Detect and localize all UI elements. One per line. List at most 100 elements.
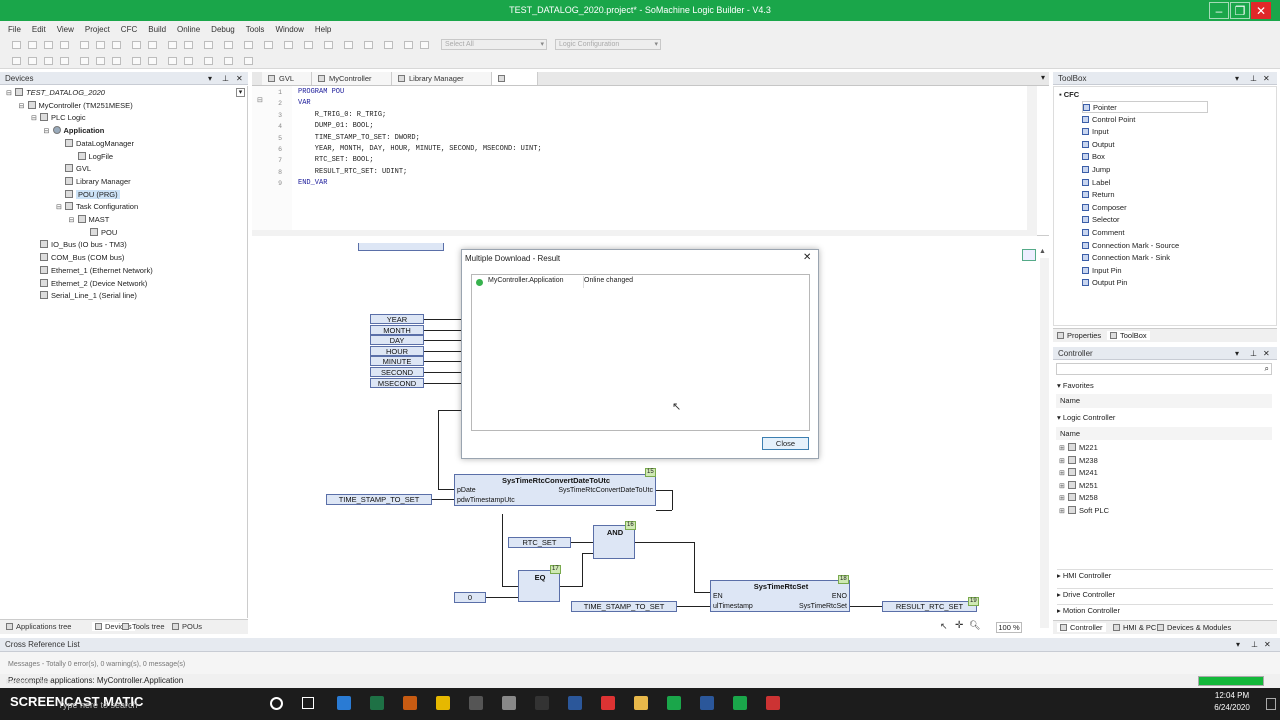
toolbar-button-icon[interactable]	[60, 41, 69, 49]
toolbox-item-control-point[interactable]: Control Point	[1082, 114, 1135, 126]
tree-item[interactable]: COM_Bus (COM bus)	[31, 252, 124, 265]
toolbox-item-label[interactable]: Label	[1082, 177, 1110, 189]
toolbar-button-icon[interactable]	[364, 41, 373, 49]
tree-item[interactable]: ⊟ MAST	[69, 214, 109, 227]
tree-item[interactable]: IO_Bus (IO bus - TM3)	[31, 239, 127, 252]
toolbar-button-icon[interactable]	[184, 41, 193, 49]
edge-icon[interactable]	[337, 696, 351, 710]
tab-devices-modules[interactable]: Devices & Modules	[1157, 623, 1231, 632]
menu-item-build[interactable]: Build	[148, 25, 166, 34]
toolbar-button-icon[interactable]	[168, 41, 177, 49]
toolbox-item-return[interactable]: Return	[1082, 189, 1115, 201]
clock-time[interactable]: 12:04 PM	[1207, 691, 1257, 700]
toolbar-button-icon[interactable]	[224, 41, 233, 49]
vertical-scrollbar[interactable]	[1027, 86, 1037, 236]
close-icon[interactable]: ✕	[1264, 638, 1271, 651]
toolbar-button-icon[interactable]	[96, 57, 105, 65]
input-second[interactable]: SECOND	[370, 367, 424, 377]
bottom-tab-tools-tree[interactable]: Tools tree	[122, 622, 165, 631]
toolbox-item-input[interactable]: Input	[1082, 126, 1109, 138]
toolbox-item-connection-mark-sink[interactable]: Connection Mark - Sink	[1082, 252, 1170, 264]
tree-item[interactable]: ⊟ Application	[44, 125, 104, 138]
toolbox-item-output[interactable]: Output	[1082, 139, 1115, 151]
cortana-icon[interactable]	[270, 697, 283, 710]
menu-item-tools[interactable]: Tools	[246, 25, 265, 34]
toolbox-item-output-pin[interactable]: Output Pin	[1082, 277, 1127, 289]
pin-icon[interactable]: ⊥	[1250, 347, 1257, 360]
input-minute[interactable]: MINUTE	[370, 356, 424, 367]
input-year[interactable]: YEAR	[370, 314, 424, 324]
tab-gvl[interactable]: GVL	[262, 72, 312, 85]
cfc-autoroute-icon[interactable]	[1022, 249, 1036, 261]
motion-controller-section[interactable]: ▸ Motion Controller	[1057, 604, 1273, 615]
tree-item[interactable]: POU (PRG)	[56, 189, 120, 202]
input-time-stamp[interactable]: TIME_STAMP_TO_SET	[326, 494, 432, 505]
toolbar-button-icon[interactable]	[44, 57, 53, 65]
dropdown-icon[interactable]: ▾	[1236, 638, 1240, 651]
dialog-close-icon[interactable]: ✕	[803, 252, 811, 263]
input-rtc-set[interactable]: RTC_SET	[508, 537, 571, 548]
toolbar-button-icon[interactable]	[148, 57, 157, 65]
menu-item-window[interactable]: Window	[275, 25, 303, 34]
menu-item-edit[interactable]: Edit	[32, 25, 46, 34]
pin-icon[interactable]: ⊥	[222, 72, 229, 85]
tree-item[interactable]: Serial_Line_1 (Serial line)	[31, 290, 137, 303]
file-explorer-icon[interactable]	[634, 696, 648, 710]
toolbar-button-icon[interactable]	[304, 41, 313, 49]
toolbar-button-icon[interactable]	[28, 41, 37, 49]
and-block[interactable]: AND	[593, 525, 635, 559]
dropdown-icon[interactable]: ▾	[1235, 72, 1239, 85]
toolbar-button-icon[interactable]	[28, 57, 37, 65]
toolbar-button-icon[interactable]	[224, 57, 233, 65]
tab-library-manager[interactable]: Library Manager	[392, 72, 492, 85]
menu-item-online[interactable]: Online	[177, 25, 200, 34]
tree-item[interactable]: LogFile	[69, 151, 113, 164]
toolbar-button-icon[interactable]	[168, 57, 177, 65]
menu-item-cfc[interactable]: CFC	[121, 25, 137, 34]
controller-model-m221[interactable]: ⊞ M221	[1059, 443, 1098, 452]
inkscape-icon[interactable]	[535, 696, 549, 710]
notifications-icon[interactable]	[1266, 698, 1276, 710]
toolbar-button-icon[interactable]	[244, 41, 253, 49]
declaration-editor[interactable]: ⊟ 1 PROGRAM POU 2 VAR 3 R_TRIG_0: R_TRIG; 4 D…	[252, 86, 1049, 236]
hmi-controller-section[interactable]: ▸ HMI Controller	[1057, 569, 1273, 580]
tree-item[interactable]: ⊟ TEST_DATALOG_2020	[6, 87, 105, 100]
controller-search-input[interactable]: ⌕	[1056, 363, 1272, 375]
input-month[interactable]: MONTH	[370, 324, 424, 335]
result-row[interactable]: MyController.Application Online changed	[472, 276, 809, 288]
bottom-tab-pous[interactable]: POUs	[172, 622, 202, 631]
tree-item[interactable]: DataLogManager	[56, 138, 134, 151]
eq-block[interactable]: EQ	[518, 570, 560, 602]
logic-controller-section[interactable]: ▾ Logic Controller	[1057, 413, 1115, 422]
horizontal-scrollbar[interactable]	[252, 230, 1027, 236]
toolbar-button-icon[interactable]	[404, 41, 413, 49]
taskbar-search[interactable]: Type here to search	[58, 700, 138, 710]
dialog-close-button[interactable]: Close	[762, 437, 809, 450]
toolbar-button-icon[interactable]	[112, 57, 121, 65]
toolbar-button-icon[interactable]	[204, 41, 213, 49]
tree-item[interactable]: Ethernet_2 (Device Network)	[31, 278, 147, 291]
toolbar-button-icon[interactable]	[184, 57, 193, 65]
toolbox-category[interactable]: ▪ CFC	[1059, 90, 1079, 99]
vertical-scrollbar[interactable]	[1040, 258, 1049, 628]
clock-date[interactable]: 6/24/2020	[1207, 703, 1257, 712]
menu-item-debug[interactable]: Debug	[211, 25, 235, 34]
pan-tool-icon[interactable]: ✛	[955, 620, 963, 631]
tree-item[interactable]: ⊟ MyController (TM251MESE)	[19, 100, 133, 113]
tab-mycontroller[interactable]: MyController	[312, 72, 392, 85]
select-all-combo[interactable]: Select All	[441, 39, 547, 50]
toolbar-button-icon[interactable]	[96, 41, 105, 49]
word-icon[interactable]	[700, 696, 714, 710]
toolbar-button-icon[interactable]	[44, 41, 53, 49]
pointer-tool-icon[interactable]: ↖	[940, 621, 948, 632]
toolbar-button-icon[interactable]	[244, 57, 253, 65]
toolbar-button-icon[interactable]	[12, 57, 21, 65]
search-icon[interactable]: ⌕	[1265, 364, 1269, 374]
zoom-tool-icon[interactable]: 🔍︎	[969, 620, 980, 631]
rtc-set-block[interactable]: SysTimeRtcSet EN ulTimestamp ENO SysTimeRtcS…	[710, 580, 850, 612]
controller-model-m241[interactable]: ⊞ M241	[1059, 468, 1098, 477]
minimize-icon[interactable]: –	[1209, 2, 1229, 19]
output-result-rtc-set[interactable]: RESULT_RTC_SET	[882, 601, 977, 612]
toolbar-button-icon[interactable]	[324, 41, 333, 49]
tab-controller[interactable]: Controller	[1057, 623, 1106, 632]
